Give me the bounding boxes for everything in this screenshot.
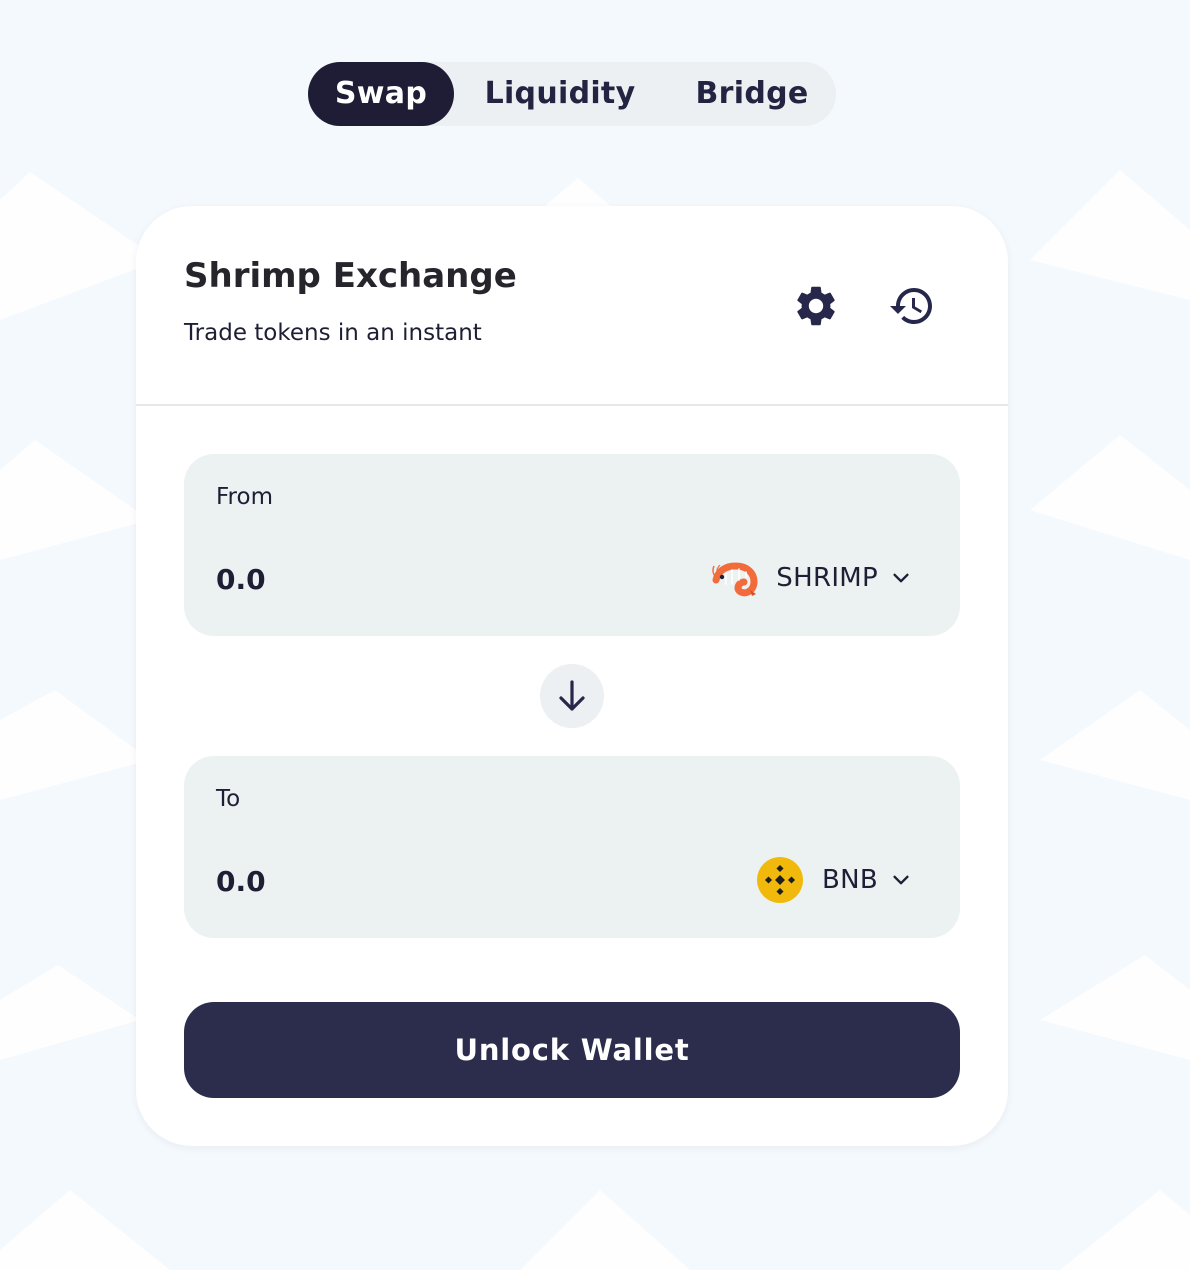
from-token-symbol: SHRIMP: [776, 563, 878, 593]
arrow-down-icon: [540, 664, 604, 728]
exchange-card: Shrimp Exchange Trade tokens in an insta…: [136, 206, 1008, 1146]
card-header: Shrimp Exchange Trade tokens in an insta…: [136, 206, 1008, 406]
to-label: To: [216, 786, 241, 812]
to-token-symbol: BNB: [821, 865, 878, 895]
card-title: Shrimp Exchange: [184, 256, 517, 296]
history-icon: [888, 282, 936, 330]
tab-liquidity[interactable]: Liquidity: [474, 62, 646, 126]
from-token-panel: From SHRIMP: [184, 454, 960, 636]
chevron-down-icon: [890, 869, 912, 891]
tab-bridge[interactable]: Bridge: [682, 62, 822, 126]
bnb-token-icon: [756, 856, 804, 904]
to-token-selector[interactable]: BNB: [756, 852, 912, 908]
card-subtitle: Trade tokens in an instant: [184, 320, 482, 346]
swap-liquidity-bridge-tabs: Swap Liquidity Bridge: [308, 62, 836, 126]
to-token-panel: To BNB: [184, 756, 960, 938]
settings-button[interactable]: [792, 282, 840, 330]
chevron-down-icon: [890, 567, 912, 589]
shrimp-token-icon: [710, 554, 758, 602]
unlock-wallet-button[interactable]: Unlock Wallet: [184, 1002, 960, 1098]
history-button[interactable]: [888, 282, 936, 330]
from-token-selector[interactable]: SHRIMP: [710, 550, 912, 606]
tab-swap[interactable]: Swap: [308, 62, 454, 126]
from-label: From: [216, 484, 273, 510]
to-amount-input[interactable]: [216, 856, 596, 906]
from-amount-input[interactable]: [216, 554, 596, 604]
switch-tokens-button[interactable]: [540, 664, 604, 728]
gear-icon: [792, 282, 840, 330]
